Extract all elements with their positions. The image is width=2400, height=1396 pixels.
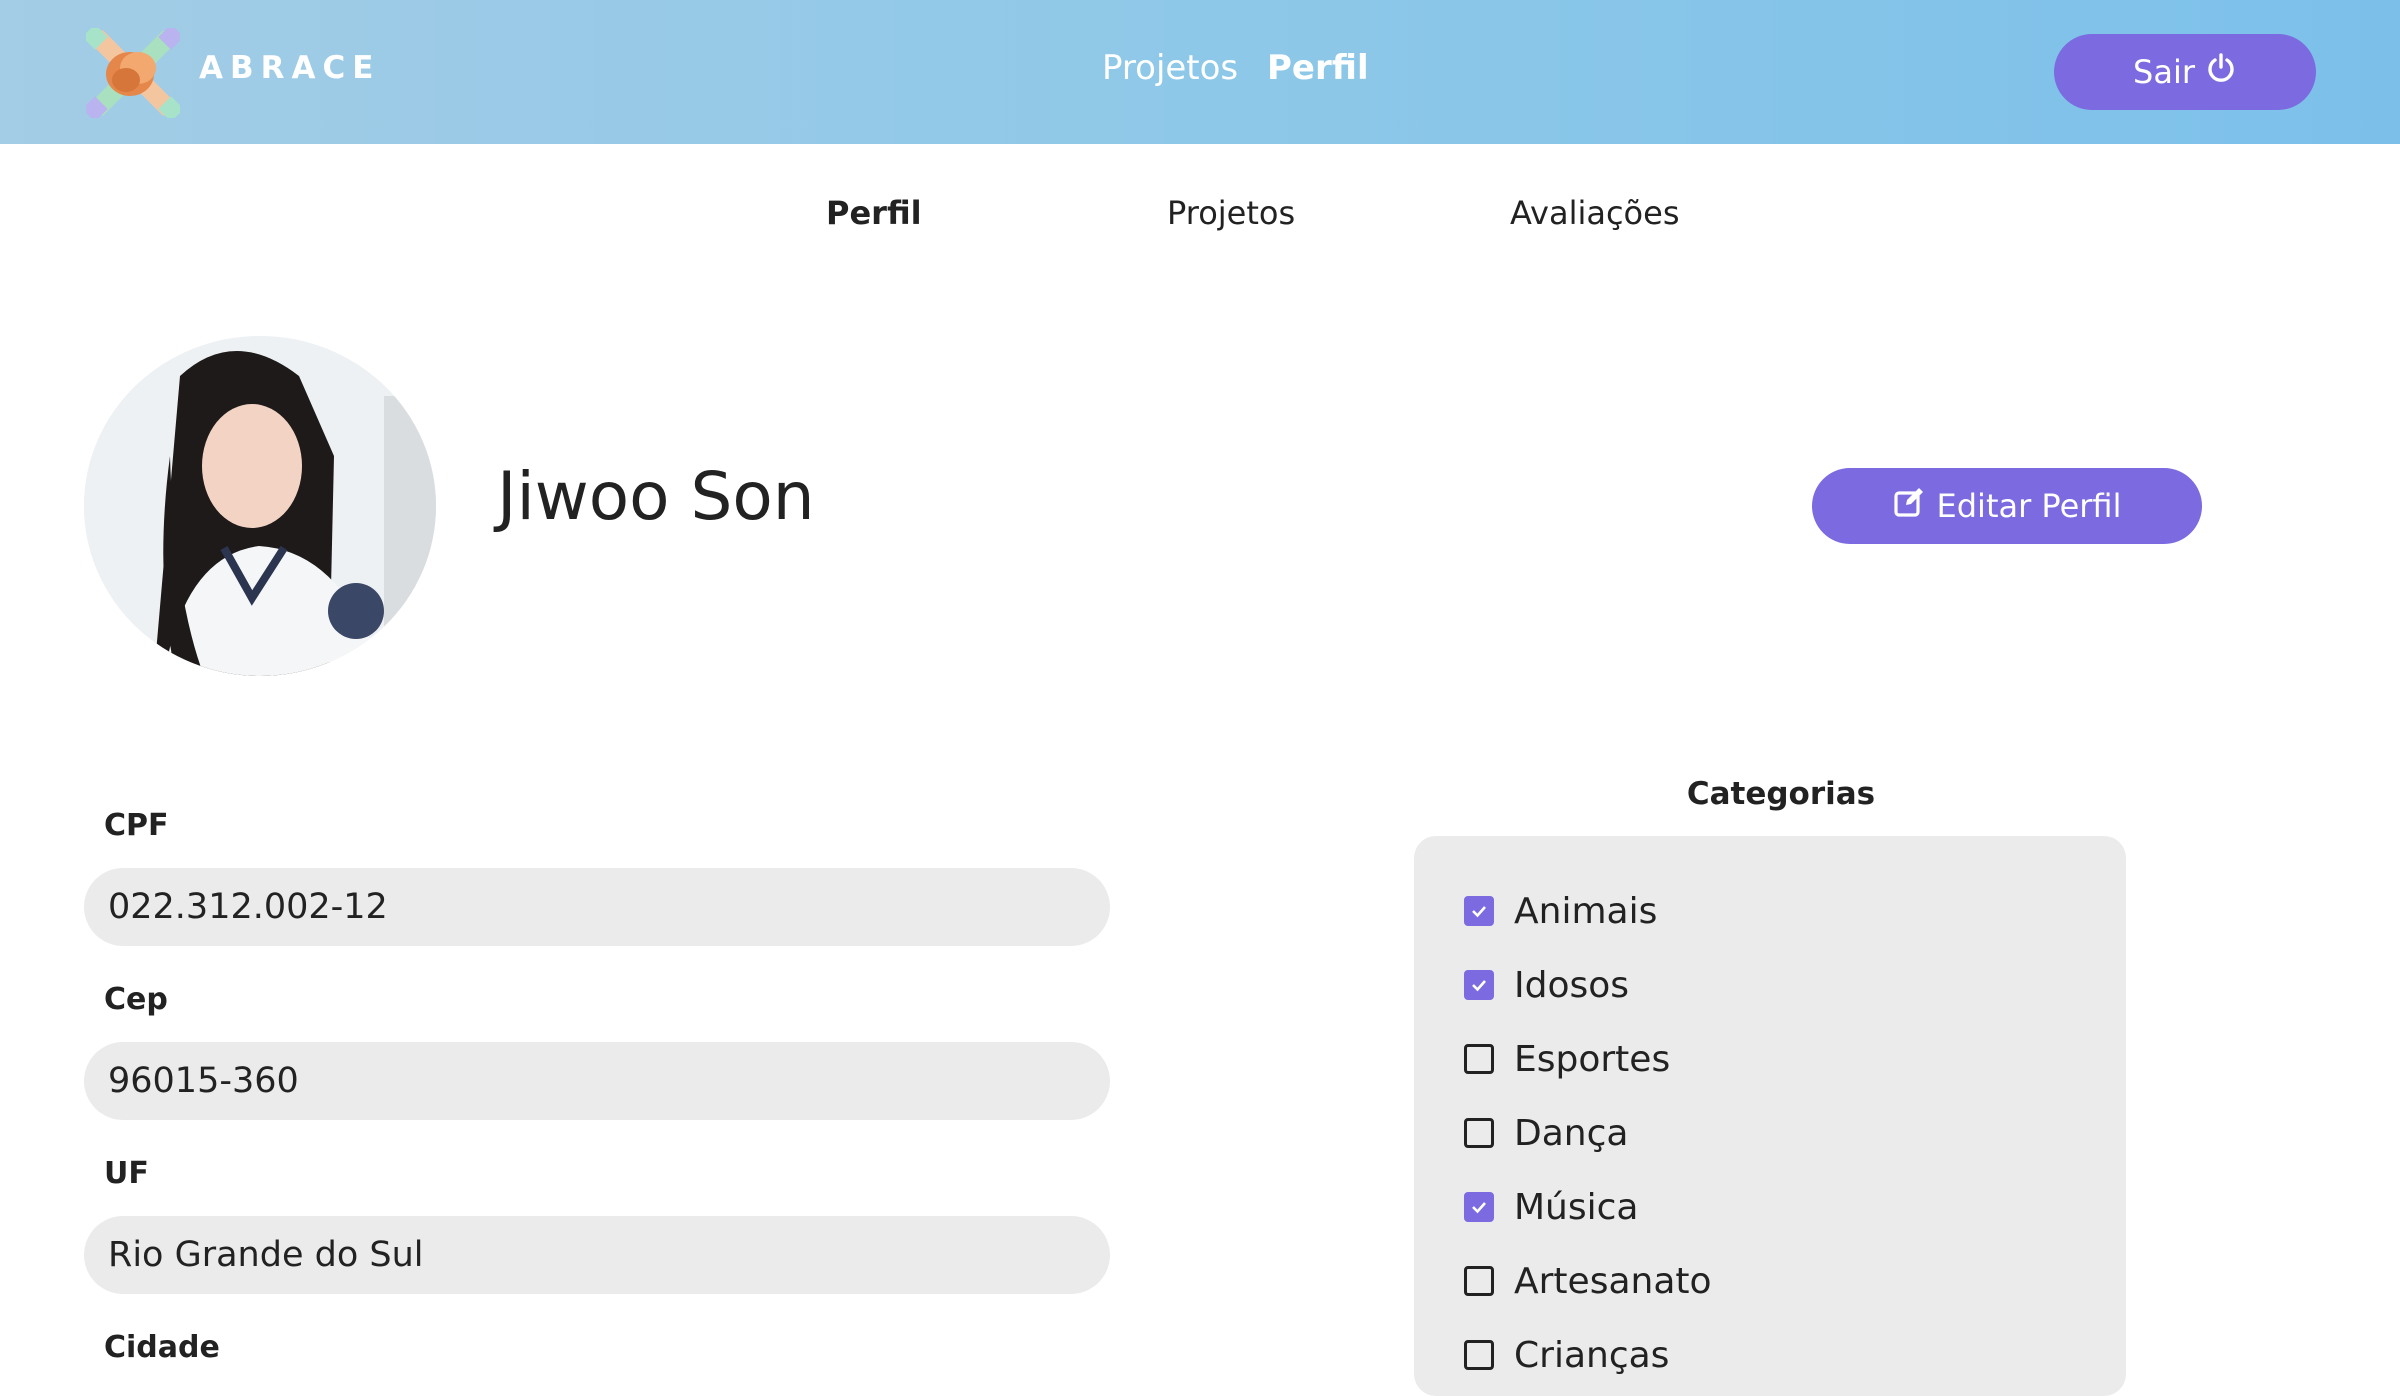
category-criancas[interactable]: Crianças [1464,1332,1669,1378]
tab-avaliacoes[interactable]: Avaliações [1510,194,1679,232]
profile-avatar [84,336,436,676]
category-label: Artesanato [1514,1260,1712,1302]
checkbox[interactable] [1464,1340,1494,1370]
category-animais[interactable]: Animais [1464,888,1657,934]
profile-name: Jiwoo Son [497,458,815,535]
category-idosos[interactable]: Idosos [1464,962,1629,1008]
cidade-label: Cidade [104,1330,220,1365]
checkbox[interactable] [1464,1118,1494,1148]
uf-field[interactable]: Rio Grande do Sul [84,1216,1110,1294]
category-label: Esportes [1514,1038,1671,1080]
cpf-field[interactable]: 022.312.002-12 [84,868,1110,946]
category-label: Dança [1514,1112,1629,1154]
nav-projetos[interactable]: Projetos [1102,48,1238,88]
check-icon [1472,1202,1486,1214]
categories-title: Categorias [1686,776,1876,812]
category-artesanato[interactable]: Artesanato [1464,1258,1712,1304]
checkbox[interactable] [1464,896,1494,926]
category-label: Música [1514,1186,1639,1228]
top-bar: ABRACE Projetos Perfil Sair [0,0,2400,144]
tab-perfil[interactable]: Perfil [826,194,922,232]
edit-icon [1893,486,1925,526]
cep-field[interactable]: 96015-360 [84,1042,1110,1120]
category-musica[interactable]: Música [1464,1184,1639,1230]
brand-name: ABRACE [199,50,381,86]
checkbox[interactable] [1464,1192,1494,1222]
category-label: Idosos [1514,964,1630,1006]
tab-projetos[interactable]: Projetos [1167,194,1295,232]
cep-label: Cep [104,982,168,1017]
category-label: Animais [1514,890,1658,932]
logout-label: Sair [2133,53,2195,91]
category-esportes[interactable]: Esportes [1464,1036,1670,1082]
checkbox[interactable] [1464,1044,1494,1074]
cpf-label: CPF [104,808,169,843]
edit-profile-button[interactable]: Editar Perfil [1812,468,2202,544]
checkbox[interactable] [1464,970,1494,1000]
check-icon [1472,980,1486,992]
edit-profile-label: Editar Perfil [1936,487,2122,525]
abrace-logo-icon[interactable] [82,24,184,122]
uf-label: UF [104,1156,149,1191]
checkbox[interactable] [1464,1266,1494,1296]
category-danca[interactable]: Dança [1464,1110,1628,1156]
power-icon [2205,52,2237,92]
nav-perfil[interactable]: Perfil [1267,48,1369,88]
logout-button[interactable]: Sair [2054,34,2316,110]
category-label: Crianças [1514,1334,1670,1376]
check-icon [1472,906,1486,918]
